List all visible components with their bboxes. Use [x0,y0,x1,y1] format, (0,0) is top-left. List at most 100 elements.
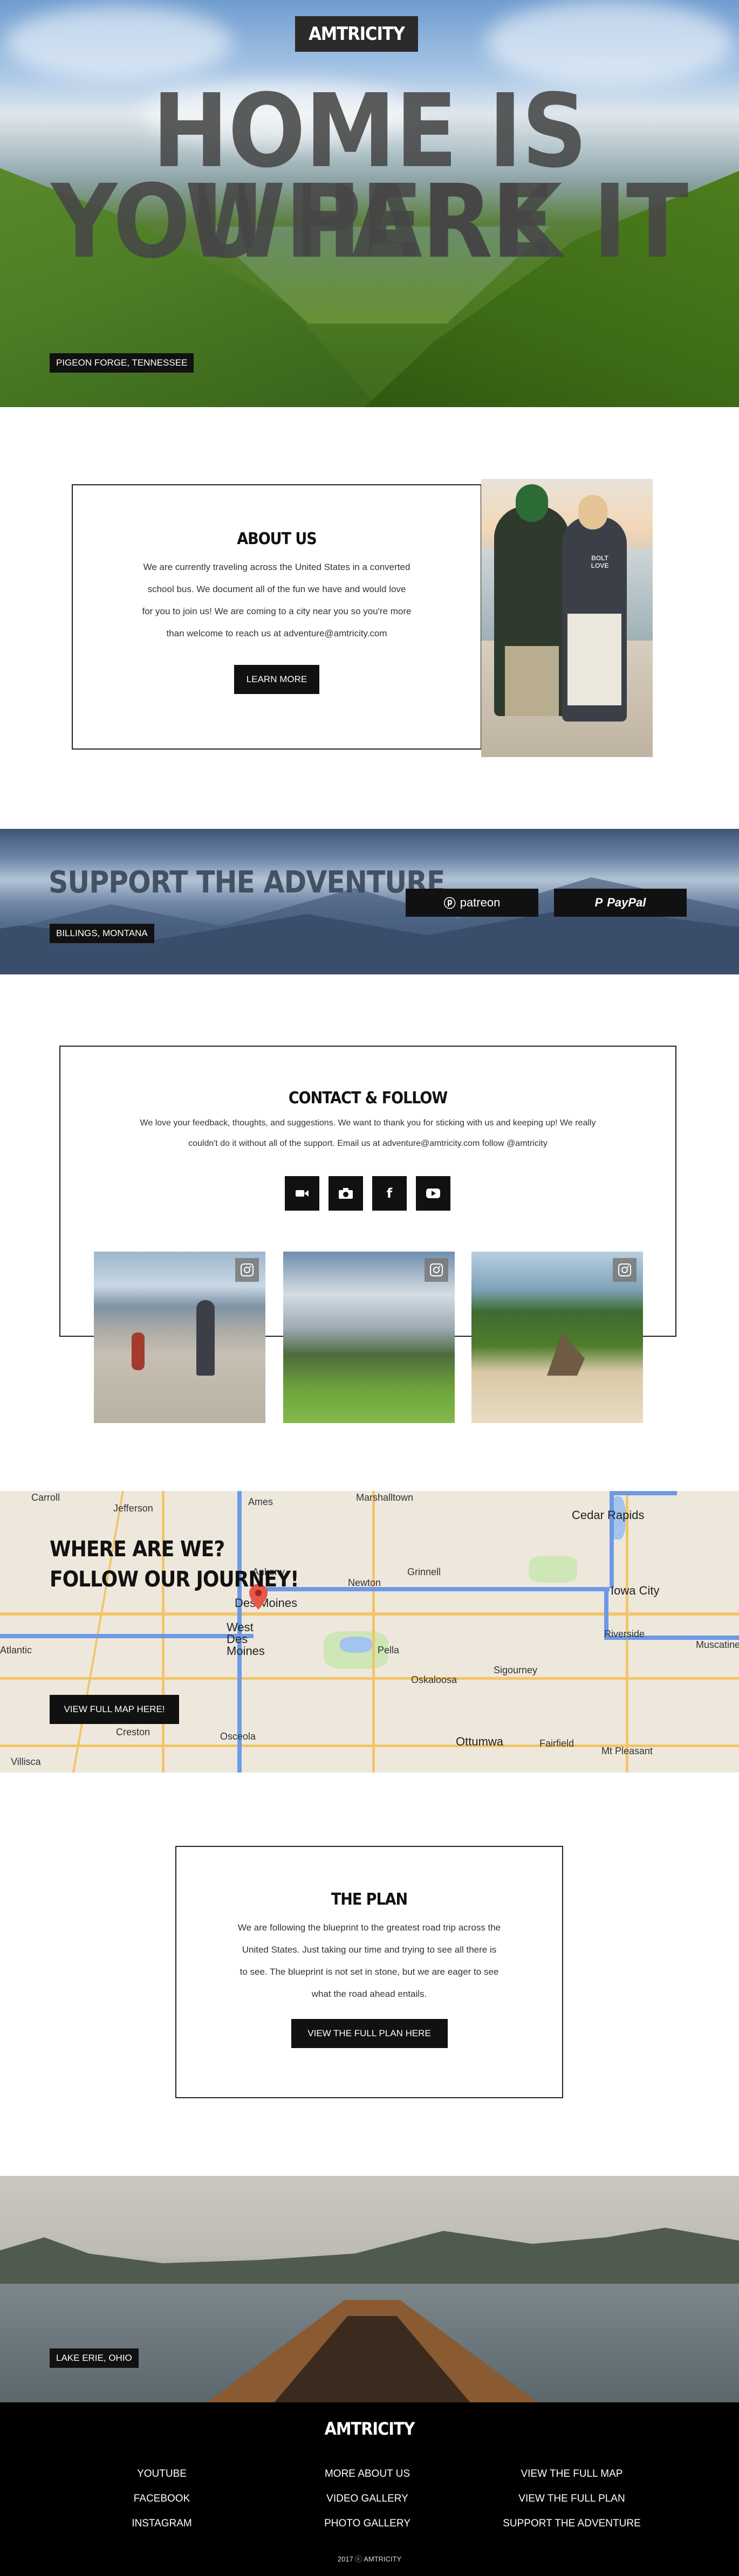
plan-title: THE PLAN [331,1890,408,1909]
instagram-icon [235,1258,259,1282]
view-full-plan-button[interactable]: VIEW THE FULL PLAN HERE [291,2019,448,2048]
footer-link-video-gallery[interactable]: VIDEO GALLERY [286,2486,448,2511]
about-text-line: school bus. We document all of the fun w… [147,584,406,594]
about-photo-person-head [516,484,548,522]
about-photo-person [494,484,570,716]
plan-text-line: United States. Just taking our time and … [242,1945,497,1955]
map-city-label: West Des Moines [227,1620,265,1658]
view-full-map-button[interactable]: VIEW FULL MAP HERE! [50,1695,179,1724]
map-city-label: Sigourney [494,1665,538,1675]
footer: AMTRICITY YOUTUBE FACEBOOK INSTAGRAM MOR… [0,2402,739,2576]
camera-icon[interactable] [329,1176,363,1211]
photo-figure [196,1300,215,1376]
map-title: WHERE ARE WE? FOLLOW OUR JOURNEY! [50,1534,299,1595]
plan-text-line: We are following the blueprint to the gr… [237,1922,501,1933]
instagram-photo[interactable] [471,1252,643,1423]
paypal-button[interactable]: P PayPal [554,889,687,917]
lake-section: LAKE ERIE, OHIO [0,2176,739,2402]
map-city-label: Cedar Rapids [572,1508,645,1522]
plan-text-line: to see. The blueprint is not set in ston… [240,1967,499,1977]
footer-brand[interactable]: AMTRICITY [0,2419,739,2439]
footer-link-instagram[interactable]: INSTAGRAM [81,2511,243,2536]
plan-text-line: what the road ahead entails. [311,1989,427,1999]
footer-link-photo-gallery[interactable]: PHOTO GALLERY [286,2511,448,2536]
copyright: 2017 ⓒ AMTRICITY [337,2555,402,2563]
hero-location-caption: PIGEON FORGE, TENNESSEE [50,353,194,373]
footer-link-about[interactable]: MORE ABOUT US [286,2462,448,2486]
paypal-icon: P [594,896,603,909]
map-city-label: Iowa City [611,1584,660,1597]
about-text-line: for you to join us! We are coming to a c… [142,606,412,616]
instagram-icon [613,1258,637,1282]
contact-title: CONTACT & FOLLOW [288,1089,448,1108]
instagram-icon [425,1258,448,1282]
instagram-photo[interactable] [94,1252,265,1423]
contact-text-line: We love your feedback, thoughts, and sug… [140,1118,596,1128]
map-highway [254,1587,610,1591]
instagram-photo[interactable] [283,1252,455,1423]
footer-column: YOUTUBE FACEBOOK INSTAGRAM [81,2462,243,2536]
map-city-label: Ames [248,1496,273,1507]
map-highway [610,1491,614,1588]
map-city-label: Pella [378,1645,400,1655]
about-photo-person-legs [505,646,559,716]
map-city-label: Villisca [11,1756,41,1767]
map-city-label: Atlantic [0,1645,32,1655]
map-city-label: Oskaloosa [411,1674,457,1685]
map-city-label: Ottumwa [456,1735,504,1748]
footer-link-support[interactable]: SUPPORT THE ADVENTURE [491,2511,653,2536]
patreon-label: patreon [460,896,501,909]
support-title: SUPPORT THE ADVENTURE [49,865,445,900]
photo-figure [132,1332,145,1370]
map-road [162,1491,165,1773]
footer-link-youtube[interactable]: YOUTUBE [81,2462,243,2486]
plan-card: THE PLAN We are following the blueprint … [175,1846,563,2098]
about-photo-person-head [578,495,607,530]
map-title-line1: WHERE ARE WE? [50,1537,225,1562]
facebook-icon[interactable]: f [372,1176,407,1211]
map-city-label: Creston [116,1727,150,1737]
map-city-label: Fairfield [539,1738,574,1749]
paypal-label: PayPal [607,896,646,909]
map-city-label: Grinnell [407,1567,441,1577]
footer-column: MORE ABOUT US VIDEO GALLERY PHOTO GALLER… [286,2462,448,2536]
about-photo-person: BOLT LOVE [562,495,627,722]
plan-text: We are following the blueprint to the gr… [176,1916,562,2005]
map-road [372,1491,375,1773]
footer-link-facebook[interactable]: FACEBOOK [81,2486,243,2511]
hero-title-line2: YOU PARK IT [51,163,689,281]
map-park [529,1556,577,1583]
about-photo: BOLT LOVE [481,479,653,757]
map-highway [0,1634,254,1638]
footer-link-full-plan[interactable]: VIEW THE FULL PLAN [491,2486,653,2511]
about-photo-person-skirt [567,614,621,705]
map-city-label: Jefferson [113,1503,153,1514]
contact-text-line: couldn't do it without all of the suppor… [188,1139,548,1148]
map-city-label: Riverside [604,1629,645,1639]
hero-cloud [5,5,232,81]
patreon-button[interactable]: ⓟ patreon [406,889,538,917]
brand-logo[interactable]: AMTRICITY [295,16,418,52]
map-title-line2: FOLLOW OUR JOURNEY! [50,1567,299,1592]
video-camera-icon[interactable] [285,1176,319,1211]
lake-hills [0,2228,739,2289]
map-city-label: Marshalltown [356,1492,414,1503]
map-city-label: Carroll [31,1492,60,1503]
footer-link-full-map[interactable]: VIEW THE FULL MAP [491,2462,653,2486]
youtube-icon[interactable] [416,1176,450,1211]
about-text-line: We are currently traveling across the Un… [143,562,410,572]
support-section: SUPPORT THE ADVENTURE ⓟ patreon P PayPal… [0,829,739,974]
patreon-icon: ⓟ [443,897,456,910]
map-lake [340,1637,372,1653]
map-highway [612,1491,677,1495]
about-title: ABOUT US [237,530,317,548]
about-text-line: than welcome to reach us at adventure@am… [166,628,387,638]
learn-more-button[interactable]: LEARN MORE [234,665,319,694]
map-city-label: Muscatine [696,1639,739,1650]
about-photo-shirt-text: BOLT LOVE [591,554,609,569]
footer-column: VIEW THE FULL MAP VIEW THE FULL PLAN SUP… [491,2462,653,2536]
photo-rock [547,1332,585,1376]
map-city-label: Mt Pleasant [601,1746,653,1756]
journey-map[interactable]: Carroll Jefferson Ames Marshalltown Ceda… [0,1491,739,1773]
about-card: ABOUT US We are currently traveling acro… [72,484,482,750]
